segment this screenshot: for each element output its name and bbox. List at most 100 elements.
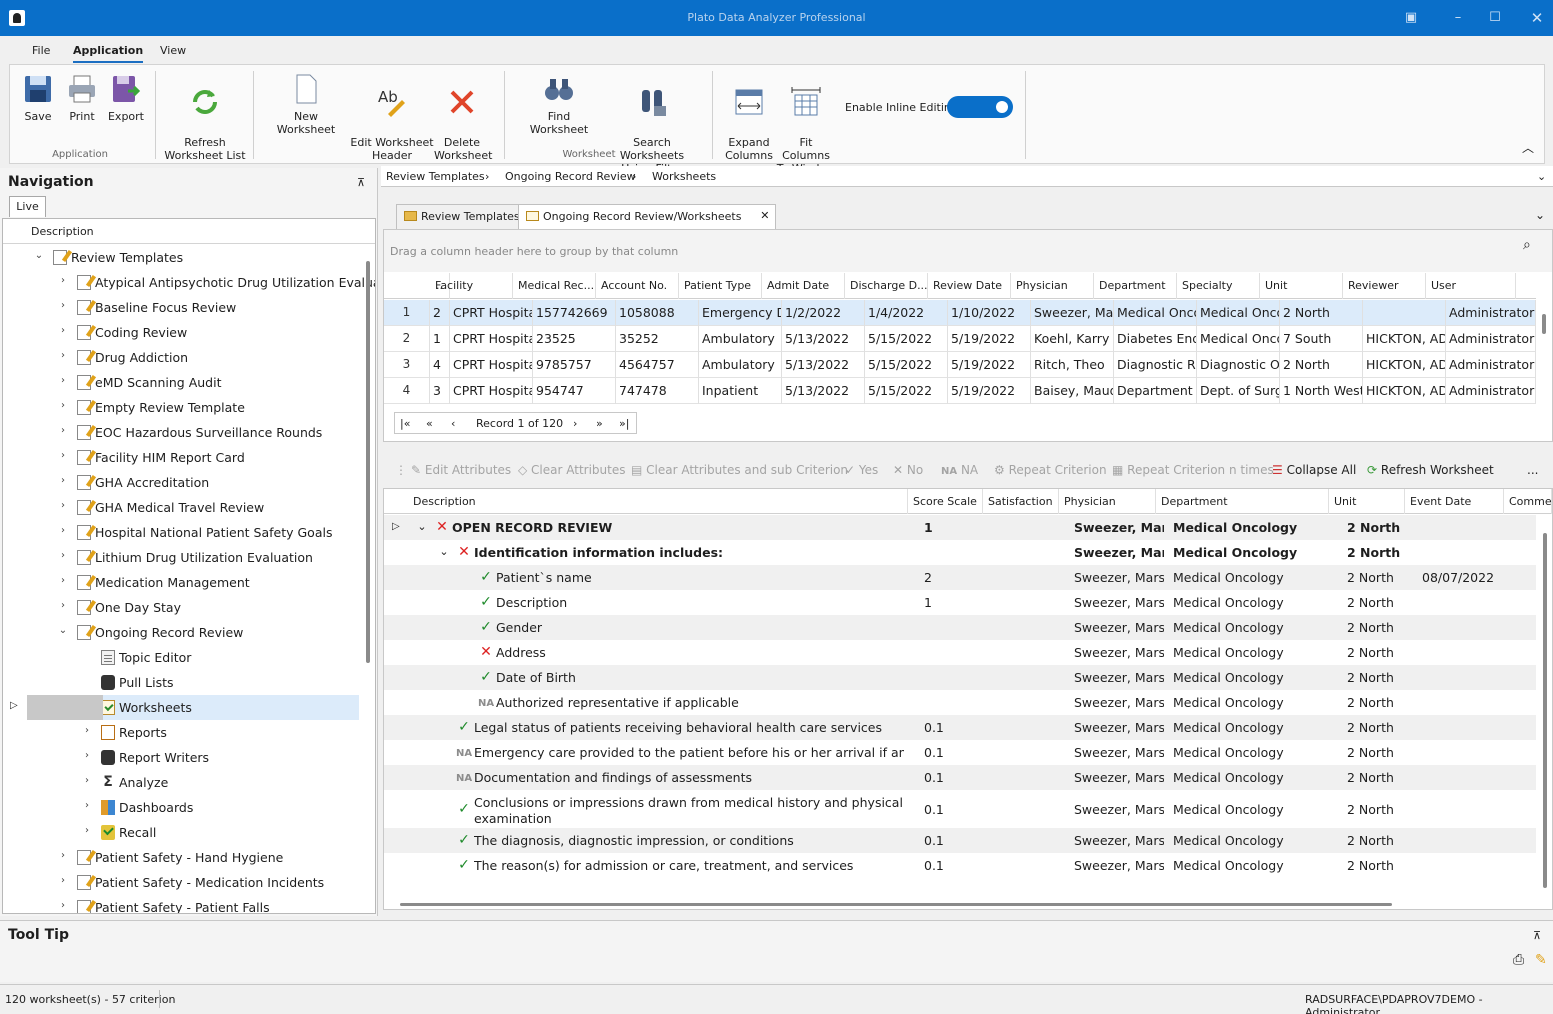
- table-cell[interactable]: 4: [430, 352, 450, 378]
- table-cell[interactable]: 5/13/2022: [782, 326, 865, 352]
- checkmark-icon[interactable]: ✓: [456, 858, 472, 872]
- edit-worksheet-header-button[interactable]: Ab Edit Worksheet Header: [350, 73, 434, 162]
- table-cell[interactable]: 1/10/2022: [948, 300, 1031, 326]
- criterion-score[interactable]: 1: [924, 595, 984, 610]
- pin-icon[interactable]: ⊼: [357, 176, 365, 189]
- table-cell[interactable]: 3: [430, 378, 450, 404]
- criterion-dept[interactable]: Medical Oncology: [1173, 645, 1323, 660]
- collapse-ribbon-icon[interactable]: ︿: [1522, 139, 1534, 156]
- edit-attributes-button[interactable]: ✎ Edit Attributes: [411, 463, 511, 477]
- criterion-row[interactable]: ✓ Legal status of patients receiving beha…: [384, 715, 1536, 740]
- tree-item[interactable]: › Facility HIM Report Card: [3, 445, 359, 470]
- criterion-dept[interactable]: Medical Oncology: [1173, 720, 1323, 735]
- table-cell[interactable]: CPRT Hospita: [450, 352, 533, 378]
- last-page-icon[interactable]: »|: [619, 417, 629, 430]
- nav-scrollbar[interactable]: [366, 261, 370, 663]
- column-header[interactable]: Reviewer: [1343, 273, 1426, 299]
- nav-column-header[interactable]: Description: [3, 219, 375, 244]
- criterion-unit[interactable]: 2 North: [1347, 695, 1417, 710]
- clear-attributes-sub-button[interactable]: ▤ Clear Attributes and sub Criterion: [631, 463, 848, 477]
- table-cell[interactable]: CPRT Hospita: [450, 378, 533, 404]
- worksheet-grid-scrollbar[interactable]: [1542, 314, 1546, 334]
- chevron-right-icon[interactable]: ›: [57, 425, 69, 436]
- yes-button[interactable]: ✓ Yes: [845, 463, 878, 477]
- criterion-unit[interactable]: 2 North: [1347, 570, 1417, 585]
- criterion-phys[interactable]: Sweezer, Marsh: [1074, 595, 1164, 610]
- table-cell[interactable]: Ambulatory: [699, 352, 782, 378]
- table-row[interactable]: 2 1 CPRT Hospita 23525 35252 Ambulatory 5/13/2…: [384, 326, 1536, 352]
- column-header[interactable]: Medical Rec...: [513, 273, 596, 299]
- table-cell[interactable]: 747478: [616, 378, 699, 404]
- column-header[interactable]: User: [1426, 273, 1516, 299]
- table-cell[interactable]: 4564757: [616, 352, 699, 378]
- column-header[interactable]: Account No.: [596, 273, 679, 299]
- table-cell[interactable]: 7 South: [1280, 326, 1363, 352]
- criterion-phys[interactable]: Sweezer, Marsh: [1074, 570, 1164, 585]
- breadcrumb-worksheets[interactable]: Worksheets: [652, 170, 716, 183]
- chevron-right-icon[interactable]: ›: [81, 750, 93, 761]
- column-header[interactable]: Patient Type: [679, 273, 762, 299]
- table-cell[interactable]: 5/15/2022: [865, 378, 948, 404]
- repeat-criterion-button[interactable]: ⚙ Repeat Criterion: [994, 463, 1107, 477]
- checkmark-icon[interactable]: ✓: [478, 595, 494, 609]
- close-button[interactable]: ✕: [1527, 8, 1547, 28]
- column-header[interactable]: Admit Date: [762, 273, 845, 299]
- criterion-row[interactable]: ✕ Address Sweezer, Marsh Medical Oncology 2 …: [384, 640, 1536, 665]
- table-cell[interactable]: 157742669: [533, 300, 616, 326]
- table-cell[interactable]: Dept. of Surg: [1197, 378, 1280, 404]
- na-icon[interactable]: NA: [478, 697, 494, 711]
- table-cell[interactable]: 5/19/2022: [948, 378, 1031, 404]
- edit-icon[interactable]: ✎: [1535, 952, 1547, 968]
- checkmark-icon[interactable]: ✓: [456, 720, 472, 734]
- prev-page-icon[interactable]: ‹: [451, 417, 455, 430]
- export-button[interactable]: Export: [106, 73, 146, 123]
- breadcrumb-ongoing-record-review[interactable]: Ongoing Record Review: [505, 170, 636, 183]
- column-header[interactable]: Physician: [1059, 489, 1156, 514]
- criterion-phys[interactable]: Sweezer, Mar: [1074, 520, 1164, 535]
- tree-item[interactable]: Pull Lists: [3, 670, 359, 695]
- find-worksheet-button[interactable]: Find Worksheet: [518, 73, 600, 136]
- column-header[interactable]: Description: [408, 489, 908, 514]
- table-cell[interactable]: Administrator: [1446, 352, 1536, 378]
- tree-item[interactable]: › Lithium Drug Utilization Evaluation: [3, 545, 359, 570]
- restore-layout-icon[interactable]: ▣: [1401, 8, 1421, 28]
- table-cell[interactable]: 9785757: [533, 352, 616, 378]
- criterion-unit[interactable]: 2 North: [1347, 595, 1417, 610]
- tree-item[interactable]: › Recall: [3, 820, 359, 845]
- criterion-row[interactable]: ✓ Patient`s name 2 Sweezer, Marsh Medical On…: [384, 565, 1536, 590]
- prev-page-group-icon[interactable]: «: [426, 417, 433, 430]
- chevron-right-icon[interactable]: ›: [57, 300, 69, 311]
- column-header[interactable]: Specialty: [1177, 273, 1260, 299]
- tree-item[interactable]: › Atypical Antipsychotic Drug Utilization…: [3, 270, 375, 295]
- chevron-down-icon[interactable]: ⌄: [57, 625, 69, 636]
- tree-item[interactable]: Topic Editor: [3, 645, 359, 670]
- na-button[interactable]: NA NA: [941, 463, 978, 477]
- criterion-score[interactable]: 0.1: [924, 745, 984, 760]
- tab-ongoing-record-review-worksheets[interactable]: Ongoing Record Review/Worksheets ✕: [518, 204, 777, 229]
- table-row[interactable]: 3 4 CPRT Hospita 9785757 4564757 Ambulatory 5/…: [384, 352, 1536, 378]
- criterion-row[interactable]: ✓ The diagnosis, diagnostic impression, o…: [384, 828, 1536, 853]
- criterion-phys[interactable]: Sweezer, Marsh: [1074, 858, 1164, 873]
- table-cell[interactable]: 1/2/2022: [782, 300, 865, 326]
- chevron-right-icon[interactable]: ›: [57, 575, 69, 586]
- tree-item[interactable]: ⌄ Review Templates: [3, 245, 359, 270]
- criterion-row[interactable]: ✓ Conclusions or impressions drawn from m…: [384, 790, 1536, 828]
- chevron-down-icon[interactable]: ⌄: [1535, 208, 1545, 222]
- chevron-right-icon[interactable]: ›: [57, 400, 69, 411]
- chevron-right-icon[interactable]: ›: [81, 800, 93, 811]
- delete-worksheet-button[interactable]: Delete Worksheet: [434, 73, 492, 162]
- table-cell[interactable]: Diabetes Endo: [1114, 326, 1197, 352]
- column-header[interactable]: Satisfaction: [983, 489, 1059, 514]
- table-cell[interactable]: Administrator: [1446, 300, 1536, 326]
- table-cell[interactable]: 2: [430, 300, 450, 326]
- minimize-button[interactable]: –: [1448, 8, 1468, 28]
- table-cell[interactable]: 5/19/2022: [948, 326, 1031, 352]
- table-row[interactable]: 4 3 CPRT Hospita 954747 747478 Inpatient 5/13/…: [384, 378, 1536, 404]
- maximize-button[interactable]: ☐: [1485, 8, 1505, 28]
- criterion-unit[interactable]: 2 North: [1347, 620, 1417, 635]
- table-cell[interactable]: 5/15/2022: [865, 326, 948, 352]
- tree-item[interactable]: › GHA Medical Travel Review: [3, 495, 359, 520]
- checkmark-icon[interactable]: ✓: [456, 833, 472, 847]
- chevron-right-icon[interactable]: ›: [57, 525, 69, 536]
- chevron-right-icon[interactable]: ›: [57, 500, 69, 511]
